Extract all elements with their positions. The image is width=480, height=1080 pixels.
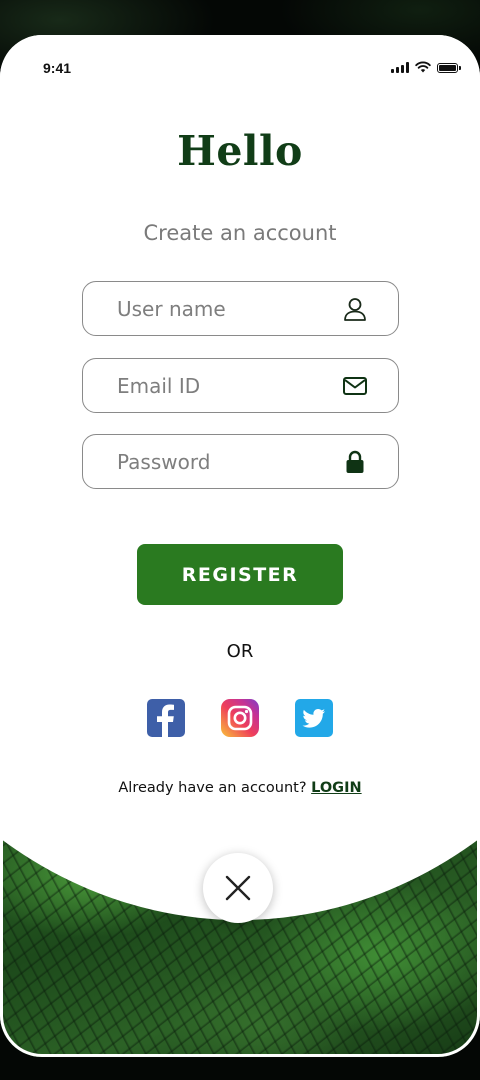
twitter-button[interactable] <box>295 699 333 737</box>
password-field[interactable] <box>82 434 399 489</box>
or-divider: OR <box>226 641 254 662</box>
instagram-button[interactable] <box>221 699 259 737</box>
status-icons <box>391 61 461 73</box>
app-logo: Hello <box>177 127 303 175</box>
username-field[interactable] <box>82 281 399 336</box>
twitter-icon <box>302 709 325 728</box>
facebook-button[interactable] <box>147 699 185 737</box>
password-input[interactable] <box>117 435 337 488</box>
username-input[interactable] <box>117 282 337 335</box>
phone-screen: 9:41 Hello Create an account User name E… <box>0 35 480 1057</box>
email-field[interactable] <box>82 358 399 413</box>
register-button[interactable]: REGISTER <box>137 544 343 605</box>
login-prompt: Already have an account? LOGIN <box>0 780 480 796</box>
wifi-icon <box>415 61 431 73</box>
page-subtitle: Create an account <box>143 221 337 245</box>
white-curved-panel <box>0 415 480 920</box>
email-input[interactable] <box>117 359 337 412</box>
status-time: 9:41 <box>43 60 72 76</box>
envelope-icon <box>343 377 367 395</box>
status-bar: 9:41 <box>0 35 480 101</box>
login-prompt-text: Already have an account? <box>118 780 307 796</box>
login-link[interactable]: LOGIN <box>311 780 361 796</box>
battery-icon <box>437 63 461 73</box>
close-button[interactable] <box>203 853 273 923</box>
facebook-icon <box>157 704 174 737</box>
instagram-icon <box>227 705 253 731</box>
close-icon <box>225 875 251 901</box>
user-icon <box>344 298 366 321</box>
lock-icon <box>346 450 364 473</box>
cellular-signal-icon <box>391 62 409 73</box>
